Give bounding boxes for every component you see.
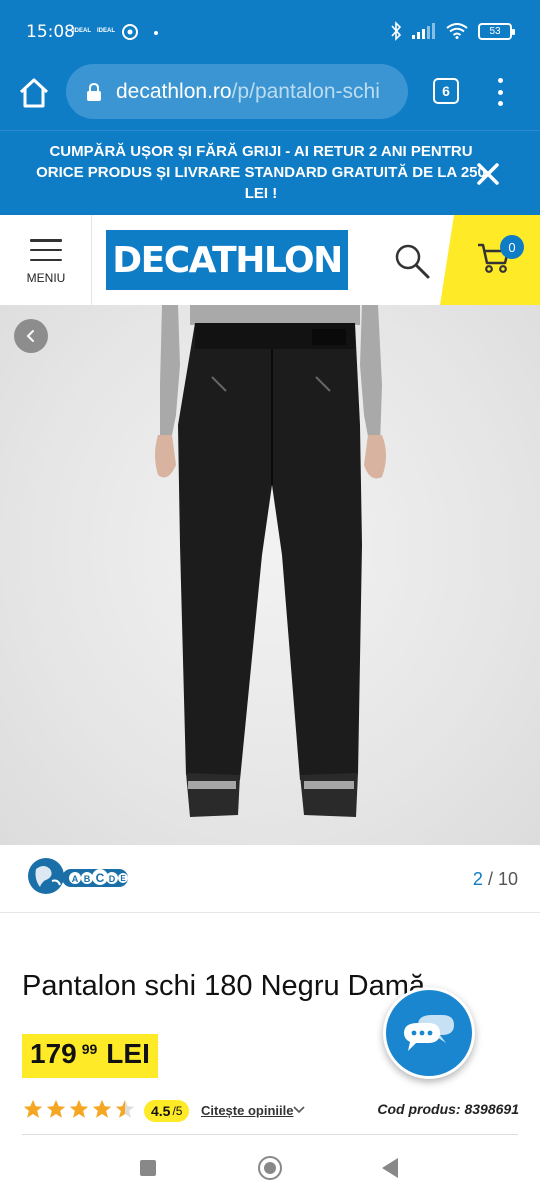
price-decimals: 99 <box>81 1041 98 1057</box>
promo-text: CUMPĂRĂ UȘOR ȘI FĂRĂ GRIJI - AI RETUR 2 … <box>36 143 486 202</box>
svg-text:B: B <box>84 874 91 884</box>
image-pager: 2 / 10 <box>473 869 518 890</box>
svg-text:A: A <box>72 874 79 884</box>
chat-bubbles-icon <box>404 1015 454 1051</box>
address-bar[interactable]: decathlon.ro/p/pantalon-schi <box>66 64 408 119</box>
rating-value: 4.5 <box>151 1103 171 1119</box>
price-box: 179 99 LEI <box>22 1034 158 1078</box>
svg-text:D: D <box>109 874 116 884</box>
svg-text:C: C <box>96 871 105 885</box>
close-icon[interactable] <box>472 158 504 190</box>
carrier-label-1: IDEAL <box>73 28 91 34</box>
cart-count-badge: 0 <box>500 235 524 259</box>
product-title: Pantalon schi 180 Negru Damă <box>22 970 426 1002</box>
menu-button[interactable]: MENIU <box>0 215 92 305</box>
product-image[interactable] <box>0 305 540 845</box>
carrier-label-2: IDEAL <box>97 28 115 34</box>
home-nav-icon[interactable] <box>258 1156 282 1180</box>
cart-button[interactable]: 0 <box>440 215 540 305</box>
lock-icon <box>87 82 101 101</box>
url-text: decathlon.ro/p/pantalon-schi <box>116 80 380 104</box>
star-full-icon <box>92 1099 112 1118</box>
notification-dot-icon <box>154 31 158 35</box>
search-icon[interactable] <box>392 241 432 281</box>
status-time: 15:08 <box>26 22 75 42</box>
promo-banner: CUMPĂRĂ UȘOR ȘI FĂRĂ GRIJI - AI RETUR 2 … <box>0 130 540 215</box>
chevron-left-icon <box>26 330 34 342</box>
ski-pants-photo <box>155 305 386 817</box>
rating-max: /5 <box>172 1104 183 1118</box>
wifi-icon <box>446 23 468 39</box>
star-half-icon <box>115 1099 135 1118</box>
divider <box>22 1134 518 1135</box>
rating-row: 4.5 /5 Citește opiniile Cod produs: 8398… <box>22 1096 522 1126</box>
status-bar: 15:08 IDEAL IDEAL 53 <box>0 0 540 60</box>
bluetooth-icon <box>391 21 402 41</box>
star-full-icon <box>23 1099 43 1118</box>
browser-menu-icon[interactable] <box>492 78 508 106</box>
previous-image-button[interactable] <box>14 319 48 353</box>
menu-label: MENIU <box>26 271 66 285</box>
url-path: /p/pantalon-schi <box>231 79 380 103</box>
decathlon-logo[interactable]: DECATHLON <box>106 230 348 290</box>
rating-score-badge: 4.5 /5 <box>144 1100 190 1122</box>
battery-icon: 53 <box>478 22 515 40</box>
recent-apps-icon[interactable] <box>140 1160 156 1176</box>
product-code: Cod produs: 8398691 <box>377 1101 519 1117</box>
tab-switcher-button[interactable]: 6 <box>433 78 459 104</box>
pager-separator: / <box>487 869 493 889</box>
hamburger-icon <box>30 239 62 261</box>
chevron-down-icon[interactable] <box>292 1105 306 1115</box>
svg-text:E: E <box>120 874 126 883</box>
url-domain: decathlon.ro <box>116 79 232 103</box>
chrome-notification-icon <box>122 24 138 40</box>
rating-stars <box>22 1098 136 1120</box>
price-integer: 179 <box>30 1038 77 1069</box>
star-full-icon <box>69 1099 89 1118</box>
back-nav-icon[interactable] <box>382 1158 398 1178</box>
price-currency: LEI <box>106 1038 150 1069</box>
eco-design-badge-icon: A B C D E <box>28 858 128 894</box>
gallery-info-row: A B C D E 2 / 10 <box>0 845 540 913</box>
star-full-icon <box>46 1099 66 1118</box>
home-icon[interactable] <box>16 75 52 111</box>
pager-current: 2 <box>472 869 483 889</box>
site-header: MENIU DECATHLON 0 <box>0 215 540 305</box>
system-nav-bar <box>0 1140 540 1200</box>
browser-toolbar: decathlon.ro/p/pantalon-schi 6 <box>0 60 540 130</box>
battery-level: 53 <box>489 25 501 37</box>
signal-icon <box>412 23 435 39</box>
chat-button[interactable] <box>383 987 475 1079</box>
pager-total: 10 <box>497 869 518 889</box>
read-reviews-link[interactable]: Citește opiniile <box>201 1103 293 1118</box>
